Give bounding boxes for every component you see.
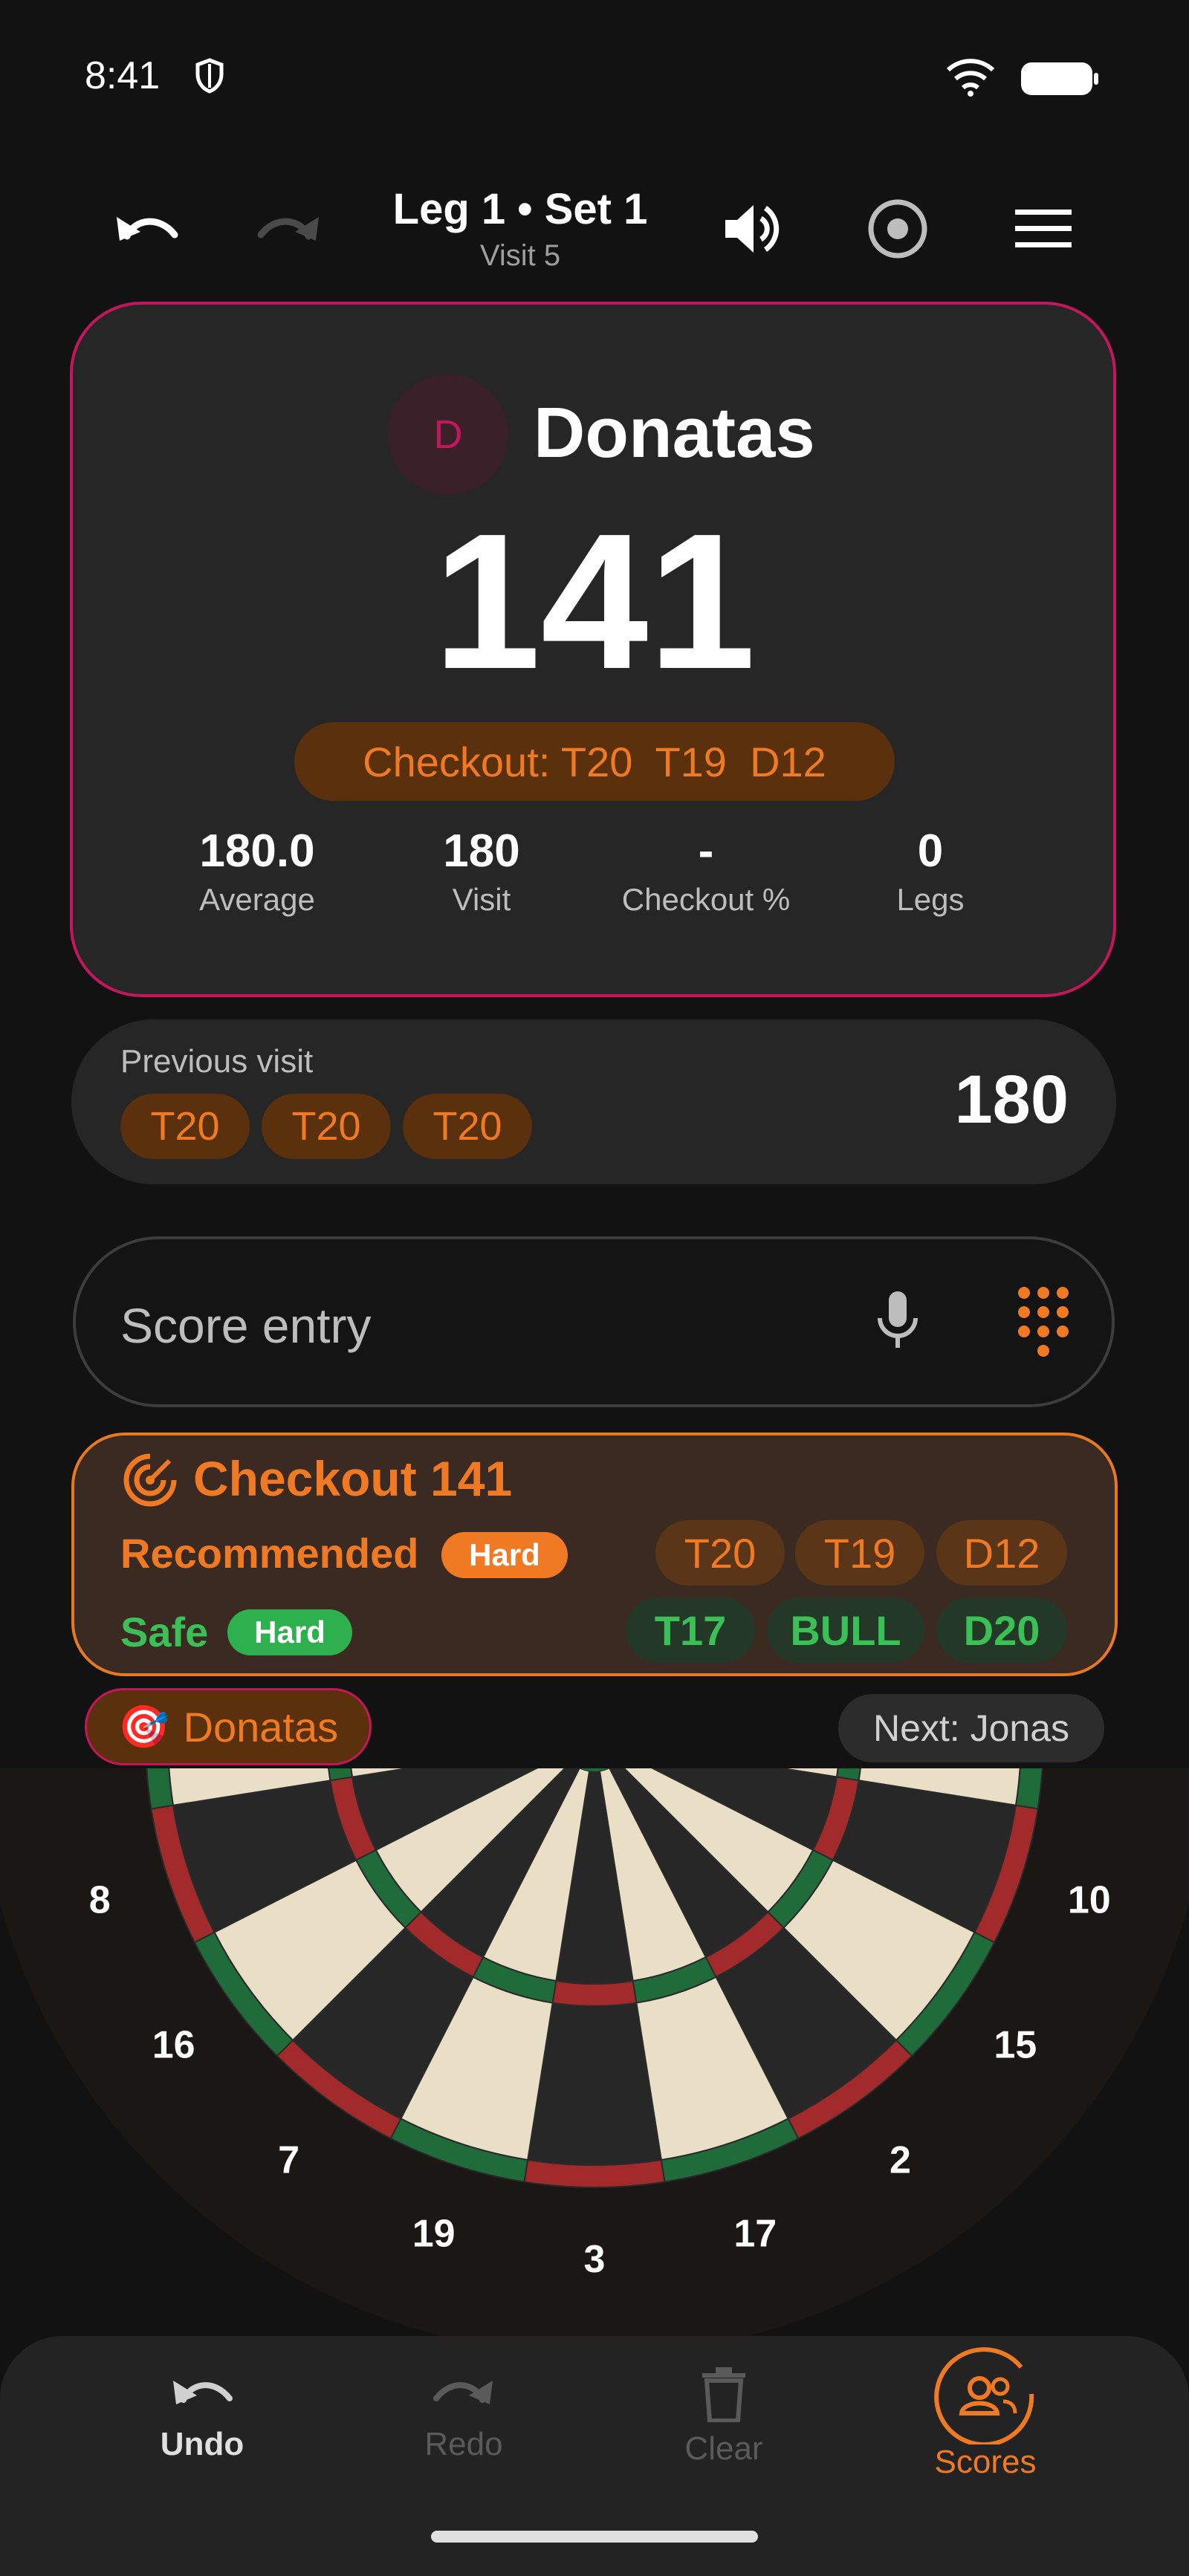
stat-value: - bbox=[698, 825, 714, 877]
checkout-title: Checkout 141 bbox=[193, 1451, 513, 1506]
sound-button[interactable] bbox=[715, 192, 789, 266]
player-name: Donatas bbox=[534, 393, 815, 473]
current-player-name: Donatas bbox=[183, 1703, 339, 1751]
safe-dart-chip[interactable]: T17 bbox=[626, 1597, 755, 1663]
people-icon bbox=[934, 2347, 1034, 2447]
recommended-label: Recommended bbox=[120, 1530, 419, 1577]
voice-input-button[interactable] bbox=[861, 1284, 935, 1358]
nav-redo[interactable]: Redo bbox=[382, 2366, 545, 2463]
undo-toolbar-button[interactable] bbox=[108, 192, 183, 266]
board-number-label: 16 bbox=[152, 2023, 195, 2066]
nav-label: Scores bbox=[934, 2444, 1037, 2480]
record-button[interactable] bbox=[861, 192, 935, 266]
checkout-hint-text: Checkout: T20 T19 D12 bbox=[363, 738, 826, 785]
stat-label: Average bbox=[199, 882, 315, 917]
board-number-label: 15 bbox=[994, 2023, 1037, 2066]
previous-dart-chip: T20 bbox=[403, 1094, 532, 1159]
safe-dart-chip[interactable]: BULL bbox=[767, 1597, 924, 1663]
microphone-icon bbox=[878, 1291, 918, 1348]
nav-label: Clear bbox=[684, 2430, 763, 2467]
nav-undo[interactable]: Undo bbox=[120, 2366, 284, 2463]
board-number-label: 7 bbox=[278, 2138, 299, 2181]
stat-label: Checkout % bbox=[621, 882, 791, 917]
menu-button[interactable] bbox=[1006, 192, 1081, 266]
status-time: 8:41 bbox=[85, 54, 161, 97]
stat-value: 0 bbox=[917, 825, 944, 877]
safe-label: Safe bbox=[120, 1609, 209, 1655]
dartboard[interactable]: 2011841361015217319716811149125 bbox=[0, 1768, 1189, 2336]
board-number-label: 3 bbox=[584, 2238, 606, 2281]
current-player-pill: 🎯 Donatas bbox=[85, 1688, 372, 1765]
leg-set-title: Leg 1 • Set 1 bbox=[392, 185, 648, 233]
stat-checkout-percent: - Checkout % bbox=[594, 825, 817, 918]
shield-icon bbox=[195, 58, 224, 94]
dart-target-icon: 🎯 bbox=[117, 1703, 170, 1750]
battery-icon bbox=[1021, 62, 1098, 95]
recommended-dart-chip[interactable]: T19 bbox=[795, 1520, 924, 1586]
next-player-pill: Next: Jonas bbox=[838, 1694, 1104, 1762]
board-number-label: 2 bbox=[890, 2138, 911, 2181]
visit-subtitle: Visit 5 bbox=[479, 239, 561, 272]
board-number-label: 17 bbox=[733, 2213, 777, 2256]
stat-label: Visit bbox=[452, 882, 511, 917]
board-number-label: 10 bbox=[1068, 1878, 1111, 1921]
avatar: D bbox=[388, 374, 508, 495]
stat-legs: 0 Legs bbox=[819, 825, 1042, 918]
keypad-button[interactable] bbox=[1006, 1284, 1081, 1358]
undo-icon bbox=[173, 2381, 233, 2404]
recommended-dart-chip[interactable]: D12 bbox=[936, 1520, 1067, 1586]
safe-difficulty-badge: Hard bbox=[227, 1609, 352, 1655]
dialpad-icon bbox=[1018, 1287, 1069, 1357]
previous-visit-label: Previous visit bbox=[120, 1043, 314, 1080]
stat-visit: 180 Visit bbox=[370, 825, 593, 918]
volume-icon bbox=[725, 205, 780, 253]
wifi-icon bbox=[947, 59, 994, 97]
recommended-difficulty-badge: Hard bbox=[441, 1532, 568, 1578]
stat-value: 180.0 bbox=[199, 825, 315, 877]
triple-segment[interactable] bbox=[551, 1979, 638, 2007]
stat-average: 180.0 Average bbox=[146, 825, 369, 918]
stat-value: 180 bbox=[443, 825, 520, 877]
home-indicator[interactable] bbox=[431, 2531, 758, 2543]
redo-icon bbox=[433, 2381, 493, 2404]
nav-label: Redo bbox=[424, 2426, 503, 2462]
previous-dart-chip: T20 bbox=[262, 1094, 391, 1159]
nav-scores[interactable]: Scores bbox=[904, 2345, 1067, 2481]
remaining-score: 141 bbox=[433, 494, 756, 710]
checkout-hint: Checkout: T20 T19 D12 bbox=[294, 722, 895, 801]
score-entry-placeholder[interactable]: Score entry bbox=[120, 1297, 371, 1354]
trash-icon bbox=[702, 2367, 745, 2423]
previous-dart-chip: T20 bbox=[120, 1094, 250, 1159]
safe-dart-chip[interactable]: D20 bbox=[936, 1597, 1067, 1663]
undo-icon bbox=[117, 217, 178, 241]
record-icon bbox=[868, 199, 927, 259]
target-icon bbox=[123, 1453, 177, 1507]
recommended-dart-chip[interactable]: T20 bbox=[655, 1520, 785, 1586]
menu-icon bbox=[1015, 210, 1072, 247]
board-number-label: 19 bbox=[412, 2213, 456, 2256]
nav-clear[interactable]: Clear bbox=[642, 2366, 806, 2468]
board-number-label: 8 bbox=[89, 1878, 111, 1921]
stat-label: Legs bbox=[896, 882, 965, 917]
previous-visit-total: 180 bbox=[954, 1062, 1069, 1138]
nav-label: Undo bbox=[160, 2426, 244, 2462]
